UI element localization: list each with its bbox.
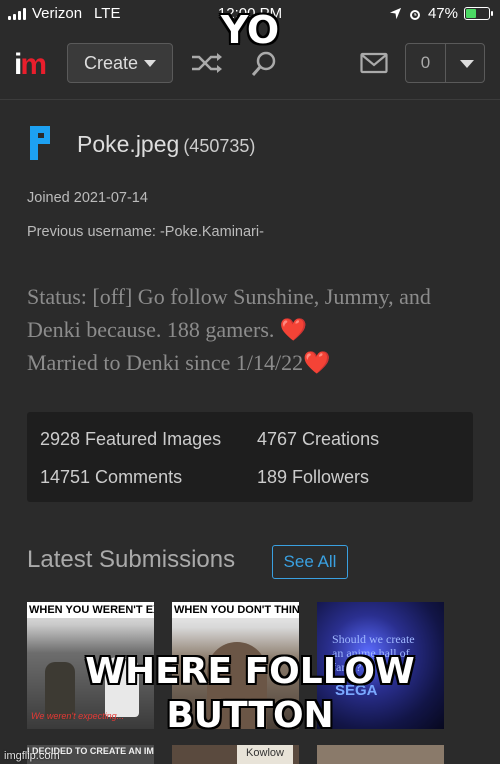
- heart-emoji: ❤️: [279, 317, 308, 342]
- joined-date: Joined 2021-07-14: [27, 190, 148, 206]
- meme-top-text: YO: [220, 8, 280, 52]
- stat-creations[interactable]: 4767 Creations: [257, 429, 379, 450]
- shuffle-icon[interactable]: [190, 50, 226, 76]
- stat-featured-images[interactable]: 2928 Featured Images: [40, 429, 221, 450]
- chevron-down-icon: [460, 60, 474, 68]
- heart-emoji-2: ❤️: [303, 350, 331, 375]
- profile-status: Status: [off] Go follow Sunshine, Jummy,…: [27, 280, 482, 379]
- profile-stats: 2928 Featured Images 4767 Creations 1475…: [27, 412, 473, 502]
- submission-thumbnail-6[interactable]: [317, 745, 444, 764]
- mail-icon[interactable]: [360, 52, 388, 74]
- search-icon[interactable]: [250, 50, 278, 78]
- status-text: Status: [off] Go follow Sunshine, Jummy,…: [27, 284, 431, 342]
- thumbnail-caption: WHEN YOU WEREN'T EXPECTING SPECIAL FORCE…: [27, 602, 154, 618]
- create-button-label: Create: [83, 52, 139, 73]
- meme-bottom-text: WHERE FOLLOW BUTTON: [85, 651, 415, 736]
- profile-username: Poke.jpeg (450735): [77, 131, 255, 158]
- stat-comments[interactable]: 14751 Comments: [40, 467, 182, 488]
- status-text-line2: Married to Denki since 1/14/22: [27, 350, 304, 375]
- avatar: [30, 126, 50, 160]
- previous-username: Previous username: -Poke.Kaminari-: [27, 224, 264, 240]
- stat-followers[interactable]: 189 Followers: [257, 467, 369, 488]
- logo-letter-m: m: [20, 48, 47, 81]
- user-id: (450735): [183, 136, 256, 156]
- thumbnail-caption: Kowlow: [237, 745, 293, 764]
- imgflip-logo[interactable]: im: [14, 48, 47, 82]
- imgflip-watermark: imgflip.com: [4, 750, 60, 762]
- latest-submissions-title: Latest Submissions: [27, 546, 236, 573]
- see-all-button[interactable]: See All: [272, 545, 348, 579]
- caret-down-icon: [144, 59, 157, 67]
- submission-thumbnail-5[interactable]: Kowlow: [172, 745, 299, 764]
- username-text: Poke.jpeg: [77, 131, 180, 157]
- thumbnail-caption: WHEN YOU DON'T THINK: [172, 602, 299, 618]
